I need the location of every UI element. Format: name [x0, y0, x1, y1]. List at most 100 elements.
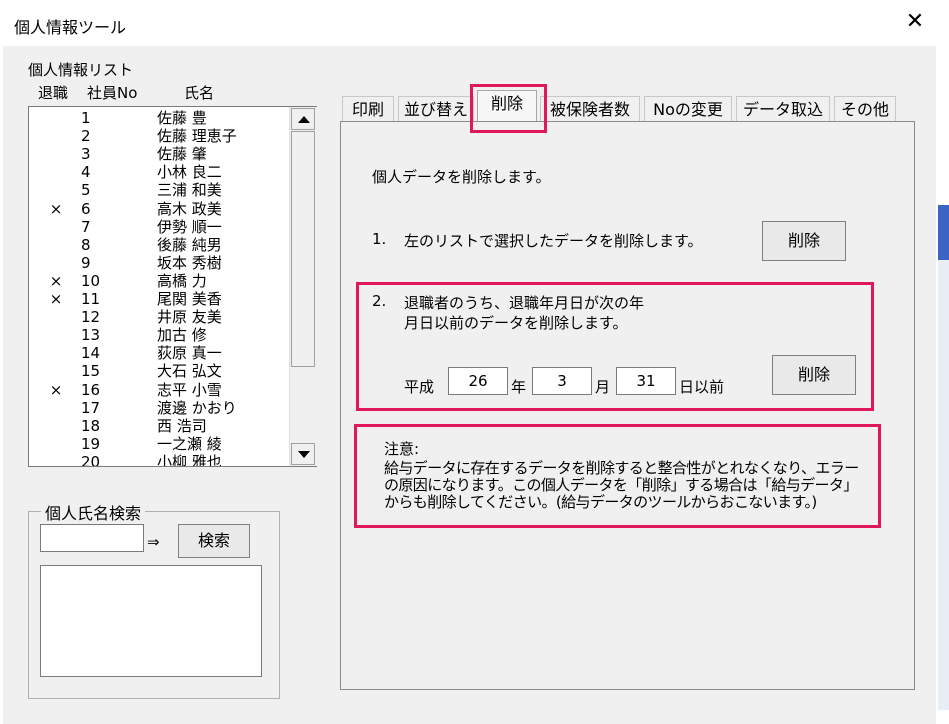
- arrow-right-icon: ⇒: [147, 533, 160, 551]
- era-label: 平成: [404, 378, 435, 396]
- employee-no: 7: [81, 217, 91, 236]
- employee-name: 後藤 純男: [157, 235, 222, 254]
- list-item[interactable]: 17 渡邊 かおり: [29, 399, 291, 417]
- employee-no: 12: [81, 308, 101, 327]
- employee-no: 18: [81, 416, 101, 435]
- list-item[interactable]: 5 三浦 和美: [29, 181, 291, 199]
- employee-no: 14: [81, 344, 101, 363]
- employee-no: 2: [81, 127, 91, 146]
- list-item[interactable]: × 6 高木 政美: [29, 200, 291, 218]
- employee-no: 11: [81, 290, 101, 308]
- employee-name: 荻原 真一: [157, 344, 222, 363]
- item2-line1: 退職者のうち、退職年月日が次の年: [404, 294, 645, 312]
- list-item[interactable]: 8 後藤 純男: [29, 236, 291, 254]
- retired-mark: ×: [49, 199, 63, 218]
- search-results-list[interactable]: [40, 565, 262, 677]
- day-unit: 日以前: [679, 378, 725, 396]
- employee-no: 19: [81, 434, 101, 453]
- list-item[interactable]: 13 加古 修: [29, 326, 291, 344]
- employee-name: 小柳 雅也: [157, 452, 222, 467]
- list-item[interactable]: 9 坂本 秀樹: [29, 254, 291, 272]
- employee-name: 坂本 秀樹: [157, 253, 222, 272]
- tab-sort[interactable]: 並び替え: [398, 96, 474, 122]
- name-search-group-label: 個人氏名検索: [41, 500, 146, 524]
- day-input[interactable]: 31: [616, 367, 676, 395]
- employee-no: 1: [81, 109, 91, 127]
- employee-name: 渡邊 かおり: [157, 398, 237, 417]
- tab-change-no[interactable]: Noの変更: [644, 96, 732, 122]
- employee-no: 8: [81, 235, 91, 254]
- list-item[interactable]: 15 大石 弘文: [29, 362, 291, 380]
- employee-no: 3: [81, 145, 91, 164]
- tab-print[interactable]: 印刷: [342, 96, 394, 122]
- employee-no: 20: [81, 452, 101, 467]
- list-item[interactable]: × 16 志平 小雪: [29, 381, 291, 399]
- list-item[interactable]: × 11 尾関 美香: [29, 290, 291, 308]
- notice-line3: からも削除してください。(給与データのツールからおこないます。): [384, 493, 817, 511]
- employee-no: 16: [81, 380, 101, 399]
- item2-line2: 月日以前のデータを削除します。: [404, 314, 628, 332]
- close-icon[interactable]: ✕: [903, 10, 927, 34]
- list-item[interactable]: 1 佐藤 豊: [29, 109, 291, 127]
- list-item[interactable]: 7 伊勢 順一: [29, 218, 291, 236]
- list-item[interactable]: 2 佐藤 理恵子: [29, 127, 291, 145]
- list-item[interactable]: 18 西 浩司: [29, 417, 291, 435]
- employee-no: 13: [81, 326, 101, 345]
- list-item[interactable]: 19 一之瀬 綾: [29, 435, 291, 453]
- employee-name: 井原 友美: [157, 308, 222, 327]
- employee-name: 伊勢 順一: [157, 217, 222, 236]
- item1-text: 左のリストで選択したデータを削除します。: [404, 232, 703, 250]
- employee-name: 佐藤 理恵子: [157, 127, 237, 146]
- title-bar: [0, 0, 938, 46]
- header-name: 氏名: [184, 84, 215, 102]
- list-section-label: 個人情報リスト: [28, 61, 134, 79]
- panel-heading: 個人データを削除します。: [372, 168, 551, 186]
- list-item[interactable]: 20 小柳 雅也: [29, 452, 291, 467]
- employee-name: 佐藤 肇: [157, 145, 207, 164]
- tab-data-import[interactable]: データ取込: [736, 96, 830, 122]
- delete-selected-button[interactable]: 削除: [762, 221, 846, 261]
- employee-listbox[interactable]: 1 佐藤 豊 2 佐藤 理恵子 3 佐藤 肇 4 小林 良二 5 三浦 和美 × 6 高木 政美 7 伊勢 …: [28, 106, 317, 467]
- background-window-strip: [938, 0, 949, 724]
- employee-name: 大石 弘文: [157, 362, 222, 381]
- tab-other[interactable]: その他: [834, 96, 896, 122]
- employee-name: 志平 小雪: [157, 380, 222, 399]
- employee-no: 10: [81, 271, 101, 290]
- employee-name: 佐藤 豊: [157, 109, 207, 127]
- scroll-thumb[interactable]: [291, 131, 315, 367]
- month-unit: 月: [595, 378, 611, 396]
- employee-no: 4: [81, 163, 91, 182]
- employee-no: 5: [81, 181, 91, 200]
- search-button[interactable]: 検索: [178, 524, 250, 558]
- retired-mark: ×: [49, 290, 63, 308]
- employee-no: 9: [81, 253, 91, 272]
- retired-mark: ×: [49, 271, 63, 290]
- employee-name: 西 浩司: [157, 416, 207, 435]
- tab-delete[interactable]: 削除: [477, 90, 537, 122]
- window-title: 個人情報ツール: [14, 18, 127, 37]
- list-item[interactable]: 12 井原 友美: [29, 308, 291, 326]
- header-retired: 退職: [38, 84, 69, 102]
- list-item[interactable]: 14 荻原 真一: [29, 344, 291, 362]
- list-scrollbar[interactable]: [289, 107, 317, 466]
- list-item[interactable]: 4 小林 良二: [29, 163, 291, 181]
- employee-name: 小林 良二: [157, 163, 222, 182]
- scroll-up-icon[interactable]: [291, 108, 315, 130]
- notice-title: 注意:: [384, 440, 420, 458]
- employee-no: 17: [81, 398, 101, 417]
- list-item[interactable]: × 10 高橋 力: [29, 272, 291, 290]
- month-input[interactable]: 3: [532, 367, 592, 395]
- employee-name: 三浦 和美: [157, 181, 222, 200]
- tab-insured-count[interactable]: 被保険者数: [540, 96, 640, 122]
- year-input[interactable]: 26: [448, 367, 508, 395]
- delete-tab-panel: [340, 121, 915, 690]
- employee-name: 一之瀬 綾: [157, 434, 222, 453]
- delete-retired-button[interactable]: 削除: [772, 355, 856, 395]
- employee-name: 高橋 力: [157, 271, 207, 290]
- header-emp-no: 社員No: [87, 84, 138, 102]
- name-search-input[interactable]: [40, 524, 144, 552]
- employee-name: 高木 政美: [157, 199, 222, 218]
- scroll-down-icon[interactable]: [291, 443, 315, 465]
- list-item[interactable]: 3 佐藤 肇: [29, 145, 291, 163]
- item1-number: 1.: [372, 230, 387, 248]
